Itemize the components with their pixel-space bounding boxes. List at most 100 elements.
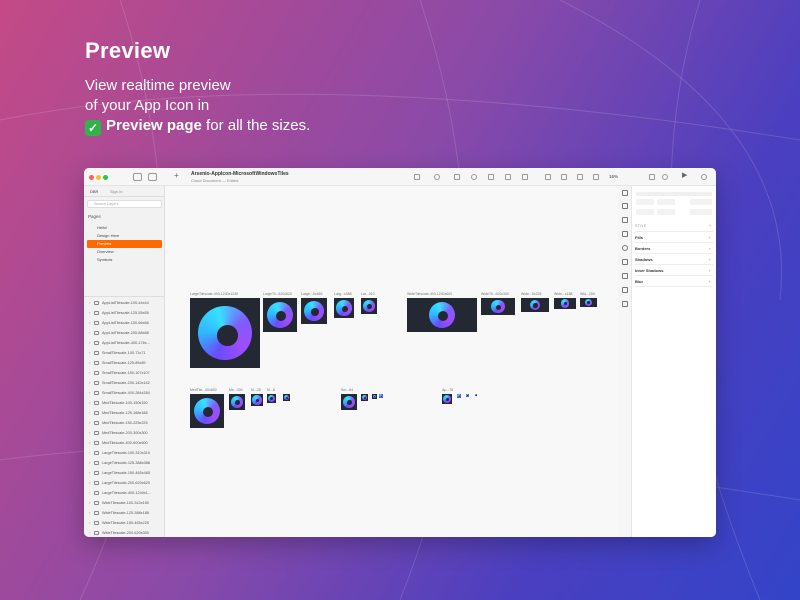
layer-row[interactable]: › AppListTilescale-200-88x88 bbox=[87, 328, 164, 338]
x-field[interactable] bbox=[636, 199, 654, 205]
add-icon[interactable]: + bbox=[709, 265, 711, 276]
edit-tool-icon[interactable] bbox=[505, 174, 511, 180]
artboard[interactable]: WideTilescale-400-1240x600 bbox=[407, 292, 477, 332]
view-tool-icon[interactable] bbox=[471, 174, 477, 180]
settings-icon[interactable] bbox=[622, 245, 628, 251]
layer-row[interactable]: › AppListTilescale-100-44x44 bbox=[87, 298, 164, 308]
chevron-right-icon[interactable]: › bbox=[89, 358, 90, 368]
layer-row[interactable]: › WideTilescale-200-620x300 bbox=[87, 528, 164, 537]
chevron-right-icon[interactable]: › bbox=[89, 458, 90, 468]
artboard[interactable] bbox=[475, 394, 477, 396]
tab-sign-in[interactable]: Sign In bbox=[110, 189, 122, 194]
page-item-hello[interactable]: Hello! bbox=[87, 224, 162, 232]
play-icon[interactable]: ▶ bbox=[682, 171, 687, 179]
layer-row[interactable]: › LargeTilescale-400-1240x1... bbox=[87, 488, 164, 498]
layer-row[interactable]: › MedTilescale-200-300x300 bbox=[87, 428, 164, 438]
chevron-right-icon[interactable]: › bbox=[89, 378, 90, 388]
layer-row[interactable]: › LargeTilescale-200-620x620 bbox=[87, 478, 164, 488]
chevron-right-icon[interactable]: › bbox=[89, 328, 90, 338]
chevron-right-icon[interactable]: › bbox=[89, 468, 90, 478]
inspector-section[interactable]: Inner Shadows + bbox=[635, 265, 713, 276]
artboard[interactable]: Lar...310 bbox=[361, 292, 377, 314]
layer-row[interactable]: › AppListTilescale-125-55x55 bbox=[87, 308, 164, 318]
layer-row[interactable]: › AppListTilescale-400-176x... bbox=[87, 338, 164, 348]
artboard[interactable]: WideTil...620x300 bbox=[481, 292, 515, 315]
inspector-section[interactable]: Borders + bbox=[635, 243, 713, 254]
zoom-window-button[interactable] bbox=[103, 175, 108, 180]
chevron-right-icon[interactable]: › bbox=[89, 298, 90, 308]
zoom-level[interactable]: 16% bbox=[607, 172, 633, 182]
inspector-section[interactable]: Fills + bbox=[635, 232, 713, 243]
artboard[interactable]: Sm...84 bbox=[341, 388, 357, 410]
artboard[interactable]: Large...5x465 bbox=[301, 292, 327, 324]
chevron-right-icon[interactable]: › bbox=[89, 428, 90, 438]
page-item-preview[interactable]: Preview bbox=[87, 240, 162, 248]
artboard[interactable] bbox=[457, 394, 461, 398]
cloud-icon[interactable] bbox=[662, 174, 668, 180]
layer-row[interactable]: › MedTilescale-150-225x225 bbox=[87, 418, 164, 428]
add-icon[interactable]: + bbox=[709, 276, 711, 287]
add-icon[interactable]: + bbox=[709, 243, 711, 254]
artboard[interactable]: Wide...x188 bbox=[554, 292, 576, 309]
resize-icon[interactable] bbox=[622, 287, 628, 293]
artboard[interactable]: LargeTil...620x620 bbox=[263, 292, 297, 332]
layer-row[interactable]: › SmallTilescale-100-71x71 bbox=[87, 348, 164, 358]
artboard[interactable] bbox=[379, 394, 383, 398]
page-item-design-here[interactable]: Design Here bbox=[87, 232, 162, 240]
chevron-right-icon[interactable]: › bbox=[89, 508, 90, 518]
prototype-icon[interactable] bbox=[622, 217, 628, 223]
add-icon[interactable]: + bbox=[709, 254, 711, 265]
layer-row[interactable]: › SmallTilescale-400-284x284 bbox=[87, 388, 164, 398]
chevron-right-icon[interactable]: › bbox=[89, 448, 90, 458]
color-tool-icon[interactable] bbox=[434, 174, 440, 180]
minimize-window-button[interactable] bbox=[96, 175, 101, 180]
layer-row[interactable]: › MedTilescale-400-600x600 bbox=[87, 438, 164, 448]
add-icon[interactable]: + bbox=[709, 232, 711, 243]
grid-view-icon[interactable] bbox=[148, 173, 157, 181]
chevron-right-icon[interactable]: › bbox=[89, 398, 90, 408]
layer-row[interactable]: › LargeTilescale-100-310x310 bbox=[87, 448, 164, 458]
chevron-right-icon[interactable]: › bbox=[89, 478, 90, 488]
notifications-icon[interactable] bbox=[701, 174, 707, 180]
height-field[interactable] bbox=[657, 209, 675, 215]
layer-row[interactable]: › SmallTilescale-150-107x107 bbox=[87, 368, 164, 378]
opacity-field[interactable] bbox=[690, 209, 712, 215]
artboard[interactable] bbox=[283, 394, 290, 401]
layer-row[interactable]: › MedTilescale-125-188x188 bbox=[87, 408, 164, 418]
artboard[interactable]: Ap...76 bbox=[442, 388, 453, 404]
layer-row[interactable]: › WideTilescale-100-310x150 bbox=[87, 498, 164, 508]
search-input[interactable]: Search Layers bbox=[87, 200, 162, 208]
chevron-right-icon[interactable]: › bbox=[89, 528, 90, 537]
artboard[interactable]: Wide...5x225 bbox=[521, 292, 549, 312]
mirror-icon[interactable] bbox=[649, 174, 655, 180]
grid-tool-icon[interactable] bbox=[454, 174, 460, 180]
difference-icon[interactable] bbox=[593, 174, 599, 180]
link-tool-icon[interactable] bbox=[488, 174, 494, 180]
cut-tool-icon[interactable] bbox=[522, 174, 528, 180]
sidebar-toggle-icon[interactable] bbox=[133, 173, 142, 181]
chevron-right-icon[interactable]: › bbox=[89, 488, 90, 498]
chevron-right-icon[interactable]: › bbox=[89, 388, 90, 398]
chevron-right-icon[interactable]: › bbox=[89, 348, 90, 358]
rotation-field[interactable] bbox=[690, 199, 712, 205]
artboard[interactable]: M...25 bbox=[251, 388, 263, 406]
chevron-right-icon[interactable]: › bbox=[89, 338, 90, 348]
union-icon[interactable] bbox=[545, 174, 551, 180]
subtract-icon[interactable] bbox=[561, 174, 567, 180]
chevron-right-icon[interactable]: › bbox=[89, 418, 90, 428]
width-field[interactable] bbox=[636, 209, 654, 215]
layer-row[interactable]: › LargeTilescale-125-388x388 bbox=[87, 458, 164, 468]
export-icon[interactable] bbox=[622, 203, 628, 209]
layer-row[interactable]: › AppListTilescale-150-66x66 bbox=[87, 318, 164, 328]
tab-dbr[interactable]: DBR bbox=[90, 189, 98, 194]
chevron-right-icon[interactable]: › bbox=[89, 318, 90, 328]
layer-row[interactable]: › WideTilescale-150-465x225 bbox=[87, 518, 164, 528]
artboard[interactable]: Wid...150 bbox=[580, 292, 597, 307]
components-icon[interactable] bbox=[622, 259, 628, 265]
artboard[interactable]: Larg...x388 bbox=[334, 292, 354, 318]
canvas[interactable]: LargeTilescale-400-1240x1240 LargeTil...6… bbox=[165, 186, 618, 537]
artboard[interactable]: Me...300 bbox=[229, 388, 245, 410]
intersect-icon[interactable] bbox=[577, 174, 583, 180]
artboard[interactable] bbox=[372, 394, 377, 399]
notes-icon[interactable] bbox=[622, 301, 628, 307]
